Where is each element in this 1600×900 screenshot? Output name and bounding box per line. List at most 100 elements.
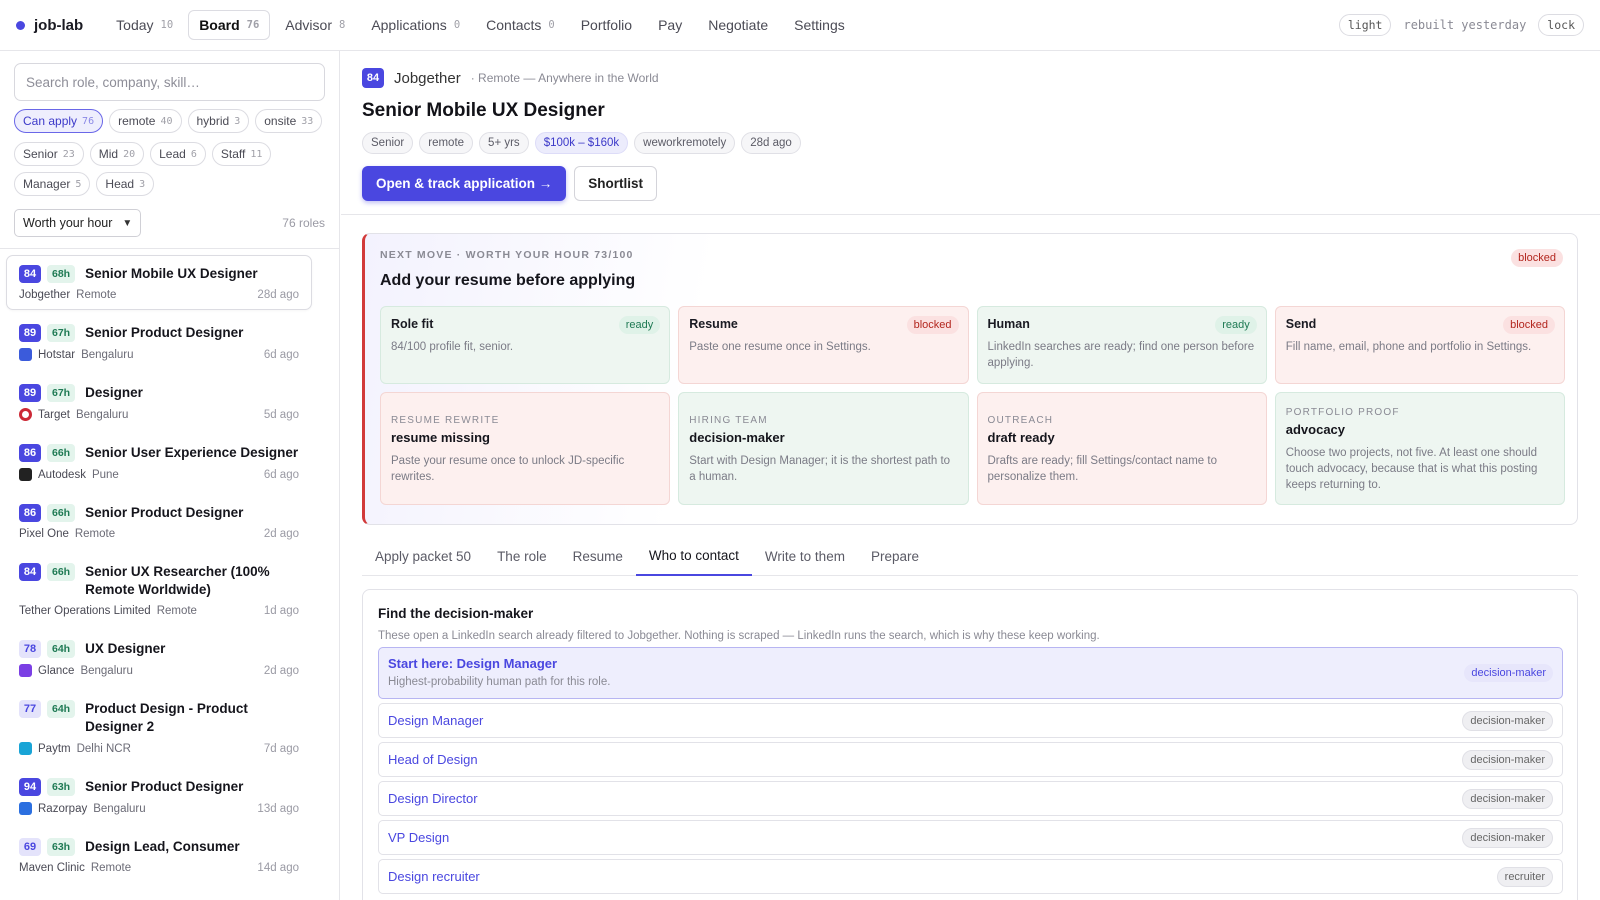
tab-write-to-them[interactable]: Write to them — [752, 536, 858, 576]
main-divider — [341, 214, 1600, 215]
contact-role-badge: decision-maker — [1462, 788, 1553, 809]
tab-resume[interactable]: Resume — [560, 536, 636, 576]
filter-chip-staff[interactable]: Staff 11 — [211, 142, 272, 166]
app-brand[interactable]: job-lab — [16, 17, 83, 34]
job-item-title: Senior Product Designer — [85, 505, 244, 520]
nav-item-count: 10 — [160, 19, 174, 31]
filter-chip-remote[interactable]: remote 40 — [109, 109, 182, 133]
job-score-badge: 86 — [19, 504, 41, 522]
filter-chip-lead[interactable]: Lead 6 — [150, 142, 206, 166]
job-item-meta: Tether Operations Limited Remote 1d ago — [19, 605, 299, 617]
theme-toggle[interactable]: light — [1338, 14, 1392, 36]
filter-chip-onsite[interactable]: onsite 33 — [255, 109, 323, 133]
next-move-details: RESUME REWRITE resume missing Paste your r… — [380, 392, 1565, 505]
job-score-badge: 84 — [19, 563, 41, 581]
detail-portfolio-proof: PORTFOLIO PROOF advocacy Choose two projec… — [1274, 392, 1565, 505]
job-list-item[interactable]: 77 64h Product Design - Product Designer 2… — [6, 690, 312, 764]
job-item-header: 77 64h Product Design - Product Designer 2 — [19, 700, 299, 736]
job-item-title: Senior Product Designer — [85, 779, 244, 794]
nav-item-contacts[interactable]: Contacts 0 — [475, 10, 566, 40]
gate-description: LinkedIn searches are ready; find one pe… — [987, 341, 1255, 369]
job-item-location: Pune — [91, 468, 119, 481]
nav-item-label: Portfolio — [580, 17, 633, 33]
gate-status-badge: blocked — [1503, 316, 1555, 334]
tab-the-role[interactable]: The role — [484, 536, 560, 576]
lock-button[interactable]: lock — [1538, 14, 1584, 36]
nav-item-label: Settings — [794, 17, 845, 33]
filter-chips-work-mode: Can apply 76 remote 40 hybrid 3 onsite 33 — [14, 109, 334, 133]
contact-search-item[interactable]: Design Director decision-maker — [378, 781, 1563, 816]
search-input[interactable] — [14, 63, 325, 101]
tab-who-to-contact[interactable]: Who to contact — [635, 536, 752, 576]
shortlist-button[interactable]: Shortlist — [574, 166, 658, 201]
job-tag: 28d ago — [741, 132, 801, 154]
job-item-company: Glance — [38, 664, 75, 677]
job-hours-badge: 66h — [47, 444, 76, 462]
job-hours-badge: 66h — [47, 504, 76, 522]
job-item-age: 28d ago — [257, 289, 299, 301]
job-item-age: 6d ago — [263, 468, 299, 481]
job-list-item[interactable]: 89 67h Designer Target Bengaluru 5d ago — [6, 374, 312, 430]
tab-apply-packet[interactable]: Apply packet 50 — [362, 536, 484, 576]
detail-eyebrow: OUTREACH — [987, 415, 1054, 426]
contact-search-label: Design Director — [388, 791, 478, 806]
contact-role-badge: decision-maker — [1462, 710, 1553, 731]
contact-search-item[interactable]: VP Design decision-maker — [378, 820, 1563, 855]
nav-item-applications[interactable]: Applications 0 — [360, 10, 471, 40]
contact-panel-title: Find the decision-maker — [378, 606, 534, 621]
job-item-location: Remote — [76, 289, 117, 301]
filter-chip-mid[interactable]: Mid 20 — [89, 142, 145, 166]
filter-chip-count: 6 — [190, 148, 197, 160]
job-item-location: Delhi NCR — [76, 742, 131, 755]
filter-chip-manager[interactable]: Manager 5 — [14, 172, 91, 196]
nav-item-portfolio[interactable]: Portfolio — [570, 10, 643, 40]
job-list-item[interactable]: 89 67h Senior Product Designer Hotstar Benga… — [6, 314, 312, 370]
job-list-item[interactable]: 86 66h Senior User Experience Designer Auto… — [6, 434, 312, 490]
job-list-item[interactable]: 86 66h Senior Product Designer Pixel One Rem… — [6, 494, 312, 549]
job-hours-badge: 66h — [47, 563, 76, 581]
job-hours-badge: 67h — [47, 324, 76, 342]
job-item-location: Bengaluru — [75, 408, 129, 421]
filter-chip-label: onsite — [264, 114, 297, 128]
contact-search-item[interactable]: Head of Design decision-maker — [378, 742, 1563, 777]
job-item-company: Maven Clinic — [19, 862, 85, 874]
nav-item-board[interactable]: Board 76 — [188, 10, 271, 40]
job-item-location: Remote — [90, 862, 132, 874]
nav-item-today[interactable]: Today 10 — [105, 10, 184, 40]
contact-search-item[interactable]: Design Manager decision-maker — [378, 703, 1563, 738]
tab-prepare[interactable]: Prepare — [858, 536, 932, 576]
detail-eyebrow: RESUME REWRITE — [391, 415, 500, 426]
detail-title: resume missing — [391, 430, 490, 445]
job-list-item[interactable]: 69 63h Design Lead, Consumer Maven Clinic Re… — [6, 828, 312, 883]
detail-description: Drafts are ready; fill Settings/contact … — [987, 455, 1217, 483]
filter-chip-hybrid[interactable]: hybrid 3 — [187, 109, 250, 133]
job-location: · Remote — Anywhere in the World — [470, 71, 659, 85]
gate-resume: Resume blocked Paste one resume once in Se… — [678, 306, 969, 384]
nav-item-settings[interactable]: Settings — [783, 10, 856, 40]
filter-chip-senior[interactable]: Senior 23 — [14, 142, 84, 166]
filter-chip-count: 40 — [160, 115, 173, 127]
company-logo-icon — [19, 742, 32, 755]
job-list-item[interactable]: 94 63h Senior Product Designer Razorpay Beng… — [6, 768, 312, 824]
filter-chip-label: Senior — [23, 147, 58, 161]
job-hours-badge: 64h — [47, 640, 76, 658]
contact-search-item[interactable]: Design recruiter recruiter — [378, 859, 1563, 894]
job-item-header: 86 66h Senior Product Designer — [19, 504, 299, 522]
job-score-badge: 84 — [19, 265, 41, 283]
nav-item-pay[interactable]: Pay — [647, 10, 693, 40]
nav-item-label: Pay — [658, 17, 683, 33]
sort-select[interactable]: Worth your hour ▼ — [14, 209, 142, 237]
job-list-item[interactable]: 84 66h Senior UX Researcher (100% Remote W… — [6, 553, 312, 626]
sort-select-value: Worth your hour — [23, 216, 113, 230]
roles-count: 76 roles — [282, 216, 325, 230]
detail-eyebrow: HIRING TEAM — [689, 415, 768, 426]
contact-role-badge: decision-maker — [1462, 827, 1553, 848]
filter-chip-can-apply[interactable]: Can apply 76 — [14, 109, 104, 133]
job-list-item[interactable]: 78 64h UX Designer Glance Bengaluru 2d ago — [6, 630, 312, 686]
open-track-application-button[interactable]: Open & track application → — [362, 166, 567, 201]
nav-item-negotiate[interactable]: Negotiate — [697, 10, 779, 40]
job-list-item[interactable]: 84 68h Senior Mobile UX Designer Jobgether R… — [6, 255, 312, 310]
nav-item-advisor[interactable]: Advisor 8 — [274, 10, 356, 40]
filter-chip-head[interactable]: Head 3 — [96, 172, 155, 196]
contact-search-featured[interactable]: Start here: Design Manager Highest-proba… — [378, 647, 1563, 699]
